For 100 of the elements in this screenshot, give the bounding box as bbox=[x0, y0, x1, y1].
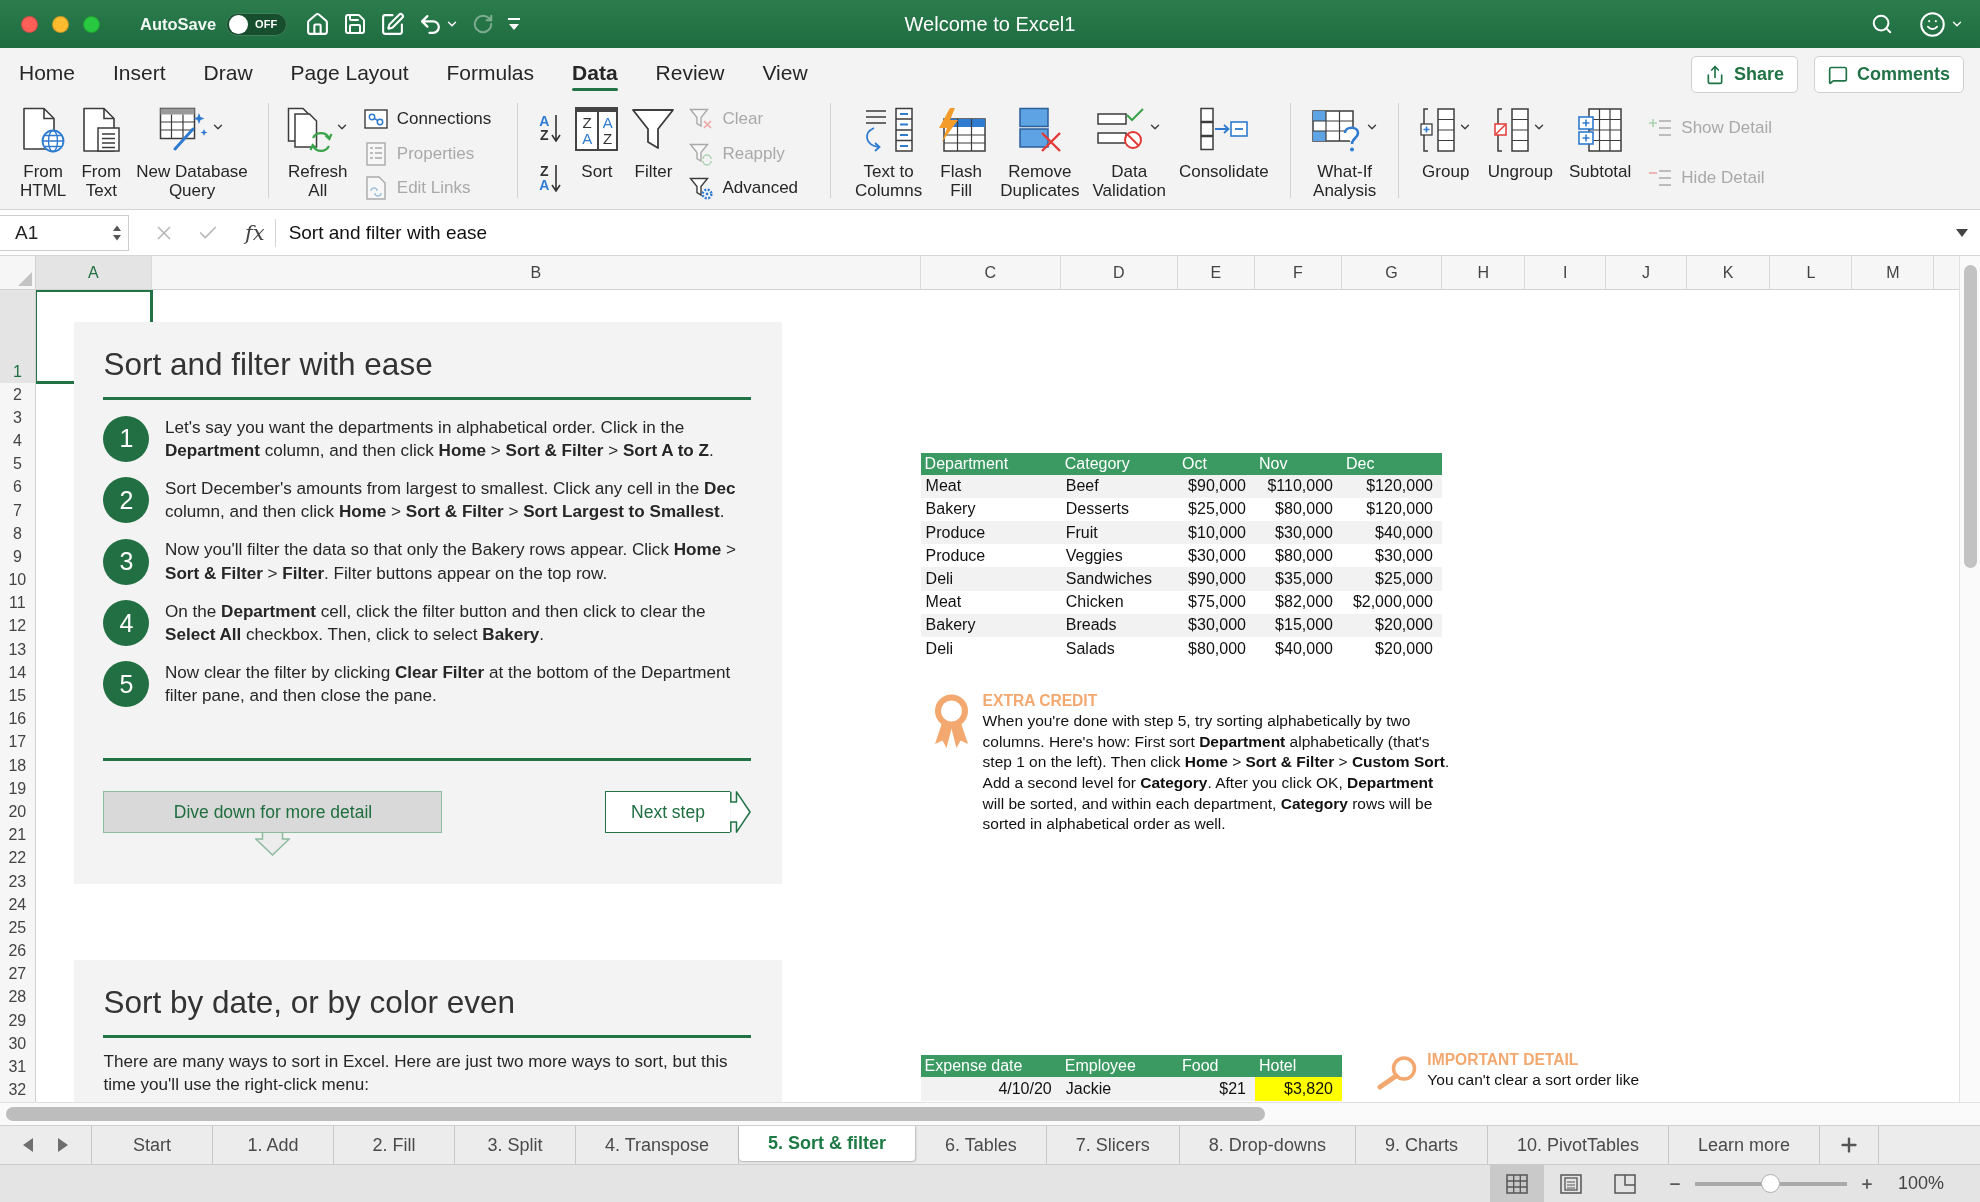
ribbon-tab[interactable]: View bbox=[743, 48, 827, 95]
ribbon-button[interactable]: Consolidate bbox=[1175, 102, 1272, 181]
triangle-right-icon[interactable] bbox=[57, 1137, 69, 1153]
row-header[interactable]: 8 bbox=[0, 522, 35, 546]
row-header[interactable]: 14 bbox=[0, 661, 35, 685]
row-header[interactable]: 16 bbox=[0, 707, 35, 731]
comments-button[interactable]: Comments bbox=[1814, 56, 1964, 93]
next-step-button[interactable]: Next step bbox=[605, 791, 730, 834]
ribbon-button[interactable]: Data Validation bbox=[1089, 102, 1169, 200]
row-header[interactable]: 4 bbox=[0, 429, 35, 453]
row-header[interactable]: 19 bbox=[0, 777, 35, 801]
pen-square-icon[interactable] bbox=[380, 11, 406, 37]
row-header[interactable]: 25 bbox=[0, 916, 35, 940]
ribbon-button[interactable]: Ungroup bbox=[1484, 102, 1556, 181]
column-header[interactable]: A bbox=[35, 256, 152, 289]
row-header[interactable]: 29 bbox=[0, 1009, 35, 1033]
ribbon-tab[interactable]: Insert bbox=[94, 48, 185, 95]
search-icon[interactable] bbox=[1871, 13, 1893, 35]
ribbon-button[interactable]: Connections bbox=[359, 102, 496, 137]
row-header[interactable]: 12 bbox=[0, 614, 35, 639]
row-header[interactable]: 28 bbox=[0, 985, 35, 1010]
column-header[interactable]: C bbox=[920, 256, 1061, 289]
sort-button[interactable]: Z A A Z Sort bbox=[572, 102, 622, 181]
row-header[interactable]: 9 bbox=[0, 545, 35, 569]
ribbon-button[interactable]: Refresh All bbox=[283, 102, 352, 200]
column-header[interactable]: L bbox=[1770, 256, 1853, 289]
ribbon-tab[interactable]: Home bbox=[0, 48, 95, 95]
smiley-icon[interactable] bbox=[1919, 10, 1946, 38]
ribbon-button[interactable]: Flash Fill bbox=[932, 102, 991, 200]
column-header[interactable]: B bbox=[152, 256, 921, 289]
home-icon[interactable] bbox=[305, 11, 331, 37]
ribbon-tab[interactable]: Draw bbox=[184, 48, 272, 95]
column-header[interactable]: F bbox=[1254, 256, 1342, 289]
ribbon-button[interactable]: From Text bbox=[78, 102, 125, 200]
ribbon-button[interactable]: What-If Analysis bbox=[1307, 102, 1382, 200]
row-header[interactable]: 3 bbox=[0, 406, 35, 430]
ribbon-button[interactable]: Remove Duplicates bbox=[997, 102, 1083, 200]
ribbon-button[interactable]: Subtotal bbox=[1565, 102, 1635, 181]
column-header[interactable]: E bbox=[1177, 256, 1255, 289]
column-header[interactable]: G bbox=[1341, 256, 1442, 289]
ribbon-tab[interactable]: Review bbox=[636, 48, 744, 95]
sort-order-button[interactable]: Z A bbox=[535, 158, 566, 198]
window-minimize-icon[interactable] bbox=[52, 15, 69, 33]
column-header[interactable]: D bbox=[1060, 256, 1178, 289]
row-header[interactable]: 17 bbox=[0, 730, 35, 754]
row-header[interactable]: 32 bbox=[0, 1078, 35, 1102]
column-header[interactable]: I bbox=[1525, 256, 1606, 289]
row-header[interactable]: 11 bbox=[0, 591, 35, 615]
view-button[interactable] bbox=[1489, 1165, 1544, 1202]
row-header[interactable]: 7 bbox=[0, 498, 35, 523]
row-header[interactable]: 24 bbox=[0, 893, 35, 917]
formula-input[interactable]: Sort and filter with ease bbox=[288, 214, 1956, 251]
column-header[interactable]: K bbox=[1686, 256, 1771, 289]
autosave-switch[interactable]: OFF bbox=[226, 12, 288, 36]
row-header[interactable]: 26 bbox=[0, 939, 35, 963]
row-header[interactable]: 5 bbox=[0, 452, 35, 476]
name-box[interactable]: A1 bbox=[0, 214, 129, 251]
save-icon[interactable] bbox=[343, 12, 368, 36]
ribbon-button[interactable]: From HTML bbox=[17, 102, 70, 200]
triangle-left-icon[interactable] bbox=[22, 1137, 34, 1153]
sheet-tab[interactable]: 5. Sort & filter bbox=[739, 1126, 917, 1161]
row-header[interactable]: 6 bbox=[0, 475, 35, 499]
share-button[interactable]: Share bbox=[1690, 56, 1798, 93]
triangle-down-icon[interactable] bbox=[1956, 228, 1968, 237]
row-header[interactable]: 20 bbox=[0, 800, 35, 824]
scrollbar-thumb[interactable] bbox=[1964, 265, 1977, 568]
ribbon-button[interactable]: Group bbox=[1416, 102, 1475, 181]
row-header[interactable]: 10 bbox=[0, 568, 35, 592]
column-header[interactable]: M bbox=[1852, 256, 1935, 289]
ribbon-tab[interactable]: Formulas bbox=[427, 48, 554, 95]
row-header[interactable]: 21 bbox=[0, 823, 35, 847]
zoom-slider-thumb[interactable] bbox=[1761, 1174, 1781, 1193]
more-caret-icon[interactable] bbox=[507, 16, 522, 32]
vertical-scrollbar[interactable] bbox=[1959, 256, 1980, 1102]
ribbon-tab[interactable]: Page Layout bbox=[271, 48, 428, 95]
window-zoom-icon[interactable] bbox=[83, 15, 100, 33]
column-header[interactable]: J bbox=[1605, 256, 1687, 289]
spinner-arrows-icon[interactable] bbox=[112, 223, 122, 242]
ribbon-button[interactable]: Text to Columns bbox=[852, 102, 926, 200]
ribbon-button[interactable]: New Database Query bbox=[133, 102, 251, 200]
row-header[interactable]: 1 bbox=[0, 290, 35, 383]
row-header[interactable]: 15 bbox=[0, 684, 35, 708]
dive-down-button[interactable]: Dive down for more detail bbox=[103, 791, 443, 834]
scrollbar-thumb[interactable] bbox=[6, 1107, 1265, 1121]
row-header[interactable]: 23 bbox=[0, 869, 35, 894]
column-header[interactable]: H bbox=[1441, 256, 1526, 289]
ribbon-tab[interactable]: Data bbox=[553, 48, 637, 95]
insert-function-button[interactable]: fx bbox=[245, 220, 265, 245]
horizontal-scrollbar[interactable] bbox=[0, 1102, 1980, 1125]
row-header[interactable]: 30 bbox=[0, 1032, 35, 1056]
row-header[interactable]: 13 bbox=[0, 638, 35, 662]
row-header[interactable]: 27 bbox=[0, 962, 35, 986]
row-header[interactable]: 18 bbox=[0, 754, 35, 778]
sort-order-button[interactable]: A Z bbox=[535, 108, 566, 148]
row-header[interactable]: 22 bbox=[0, 846, 35, 870]
row-header[interactable]: 31 bbox=[0, 1055, 35, 1079]
ribbon-button[interactable]: Filter bbox=[628, 102, 679, 181]
row-header[interactable]: 2 bbox=[0, 383, 35, 407]
zoom-in-icon[interactable] bbox=[1859, 1176, 1874, 1191]
ribbon-button[interactable]: Advanced bbox=[685, 170, 803, 206]
